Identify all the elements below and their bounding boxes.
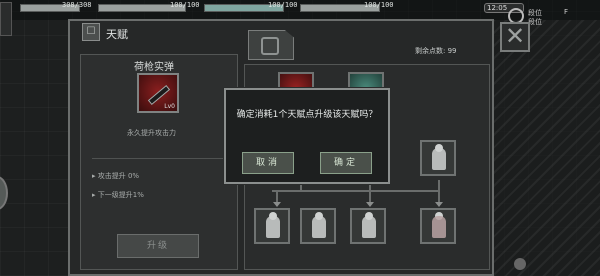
tree-link <box>272 190 438 192</box>
tree-node-fighter-upper[interactable] <box>420 140 456 176</box>
confirm-button[interactable]: 确定 <box>320 152 372 174</box>
fighter-body <box>266 216 280 238</box>
upgrade-button[interactable]: 升级 <box>117 234 199 258</box>
talent-tab-icon <box>261 37 279 55</box>
hud-tag-bottom: 段位 <box>528 18 542 26</box>
tree-arrow <box>435 202 443 207</box>
fighter-body <box>432 148 446 170</box>
hud-stat-4: 100/100 <box>364 1 394 9</box>
tree-link <box>438 180 440 204</box>
divider <box>92 158 232 159</box>
tree-node-fighter-2[interactable] <box>300 208 336 244</box>
top-hud: 308/308 100/100 100/100 100/100 12:05 段位… <box>0 0 600 36</box>
skill-description: 永久提升攻击力 <box>127 129 176 137</box>
tree-node-fighter-1[interactable] <box>254 208 290 244</box>
background-structure <box>480 20 600 276</box>
tree-node-fighter-3[interactable] <box>350 208 386 244</box>
cancel-button[interactable]: 取消 <box>242 152 294 174</box>
remaining-points: 剩余点数: 99 <box>415 47 457 55</box>
window-title: 天赋 <box>106 28 128 41</box>
tree-arrow <box>366 202 374 207</box>
dialog-message: 确定消耗1个天赋点升级该天赋吗？ <box>236 110 378 120</box>
hud-portrait-icon[interactable] <box>0 2 12 36</box>
stat-current-text: 攻击提升 0% <box>97 172 140 180</box>
close-icon: ✕ <box>504 22 526 50</box>
hud-stat-2: 100/100 <box>170 1 200 9</box>
close-button[interactable]: ✕ <box>500 22 530 52</box>
demon-body <box>432 216 446 238</box>
stat-next: ▸ 下一级提升1% <box>92 191 144 199</box>
talent-icon: ☐ <box>82 23 100 41</box>
tree-node-demon[interactable] <box>420 208 456 244</box>
hud-stat-1: 308/308 <box>62 1 92 9</box>
hud-time: 12:05 <box>487 4 508 12</box>
fighter-body <box>312 216 326 238</box>
bullet-shape <box>147 84 171 106</box>
talent-tab[interactable] <box>248 30 294 60</box>
tree-link <box>369 184 371 204</box>
skill-level: Lv0 <box>164 103 175 110</box>
stat-next-text: 下一级提升1% <box>97 191 144 199</box>
skill-name: 荷枪实弹 <box>134 62 174 73</box>
stat-current: ▸ 攻击提升 0% <box>92 172 140 180</box>
hud-tag-right: F <box>564 8 569 16</box>
fighter-body <box>362 216 376 238</box>
hud-stat-3: 100/100 <box>268 1 298 9</box>
action-dot[interactable] <box>514 258 526 270</box>
tree-arrow <box>273 202 281 207</box>
bullet-icon: Lv0 <box>137 73 179 113</box>
